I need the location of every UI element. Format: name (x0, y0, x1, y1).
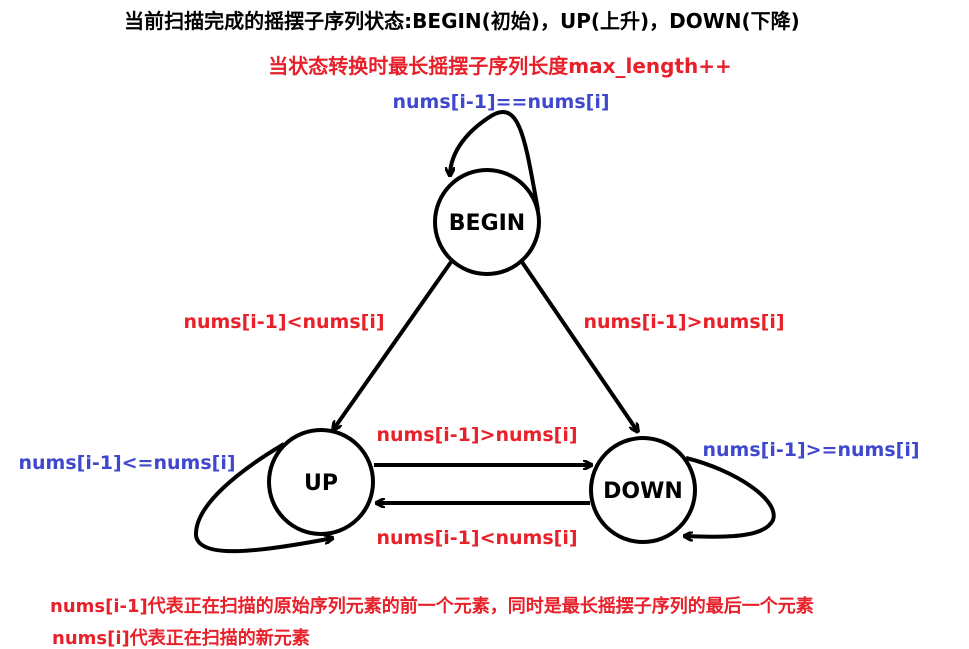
note-line-2: nums[i]代表正在扫描的新元素 (52, 627, 310, 649)
label-up-to-down: nums[i-1]>nums[i] (376, 424, 577, 446)
label-down-to-up: nums[i-1]<nums[i] (376, 527, 577, 549)
state-diagram: 当前扫描完成的摇摆子序列状态:BEGIN(初始)，UP(上升)，DOWN(下降)… (18, 9, 919, 649)
edge-down-self-loop (684, 456, 776, 537)
state-down: DOWN (589, 436, 697, 544)
label-down-self: nums[i-1]>=nums[i] (702, 439, 919, 461)
note-line-1: nums[i-1]代表正在扫描的原始序列元素的前一个元素，同时是最长摇摆子序列的… (50, 595, 814, 617)
diagram-title: 当前扫描完成的摇摆子序列状态:BEGIN(初始)，UP(上升)，DOWN(下降) (124, 9, 800, 33)
edge-begin-to-up (333, 260, 453, 430)
edge-begin-to-down (520, 260, 638, 432)
label-up-self: nums[i-1]<=nums[i] (18, 452, 235, 474)
label-begin-self: nums[i-1]==nums[i] (392, 91, 609, 113)
diagram-subtitle: 当状态转换时最长摇摆子序列长度max_length++ (268, 54, 732, 78)
label-begin-to-down: nums[i-1]>nums[i] (583, 311, 784, 333)
state-down-label: DOWN (603, 479, 683, 504)
label-begin-to-up: nums[i-1]<nums[i] (183, 311, 384, 333)
state-begin: BEGIN (433, 168, 541, 276)
state-begin-label: BEGIN (449, 211, 525, 236)
state-up-label: UP (304, 471, 338, 496)
